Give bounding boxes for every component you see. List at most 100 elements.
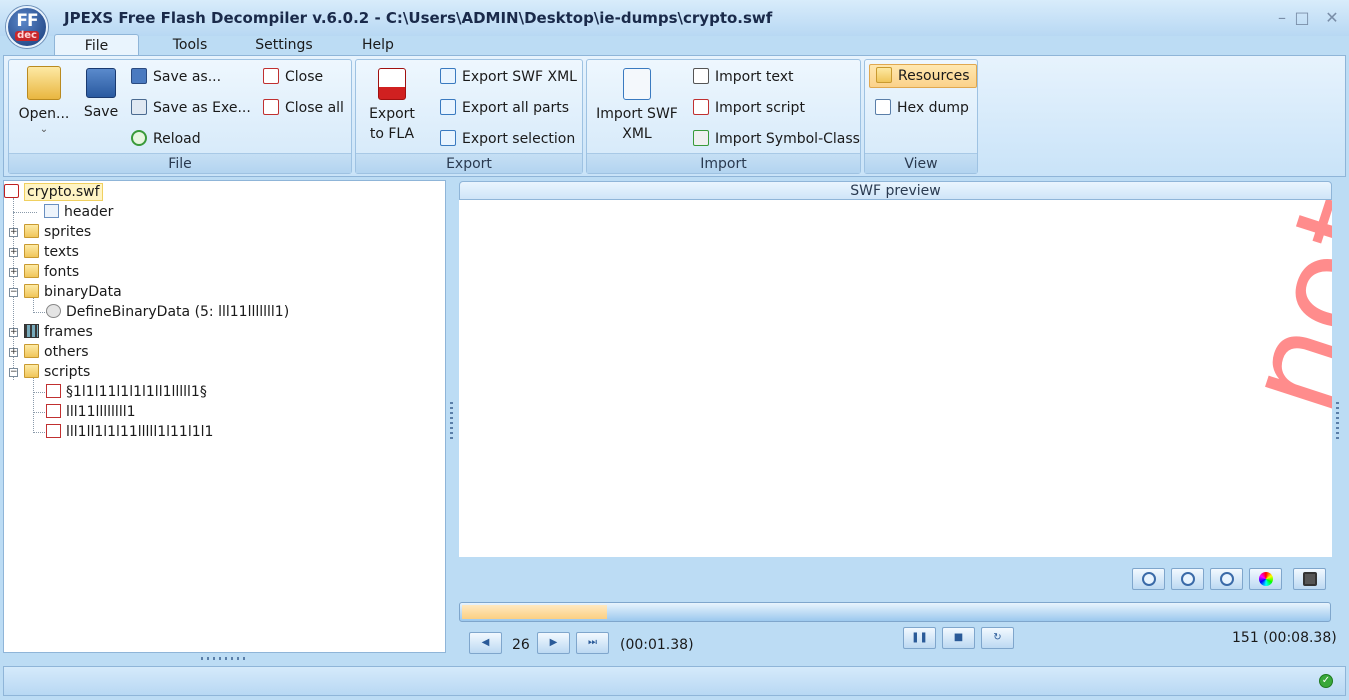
tree-node-fonts[interactable]: fonts — [24, 262, 79, 282]
save-as-exe-label: Save as Exe... — [153, 100, 251, 116]
export-fla-label-2: to FLA — [369, 126, 415, 142]
timeline-bar[interactable] — [459, 602, 1331, 622]
expand-sprites-icon[interactable]: + — [9, 228, 18, 237]
save-button[interactable]: Save — [79, 68, 123, 122]
hex-dump-button[interactable]: Hex dump — [875, 99, 969, 117]
folder-open-icon — [27, 66, 61, 100]
close-all-button[interactable]: Close all — [263, 99, 344, 117]
zoom-fit-button[interactable] — [1210, 568, 1243, 590]
tree-node-others[interactable]: others — [24, 342, 89, 362]
folder-icon — [24, 344, 39, 358]
script-icon — [46, 424, 61, 438]
swf-preview-header: SWF preview — [459, 181, 1332, 200]
folder-open-icon — [24, 364, 39, 378]
tree-node-scripts[interactable]: scripts — [24, 362, 90, 382]
tree-node-script[interactable]: §1l1l11l1l1l1ll1lllll1§ — [46, 382, 207, 402]
previous-frame-button[interactable]: ◀ — [469, 632, 502, 654]
tree-node-definebinarydata-label: DefineBinaryData (5: lll11lllllll1) — [66, 304, 290, 320]
import-text-icon — [693, 68, 709, 84]
export-selection-label: Export selection — [462, 131, 576, 147]
hex-dump-label: Hex dump — [897, 100, 969, 116]
import-script-button[interactable]: Import script — [693, 99, 805, 117]
tree-node-texts[interactable]: texts — [24, 242, 79, 262]
tree-node-binarydata[interactable]: binaryData — [24, 282, 122, 302]
close-label: Close — [285, 69, 324, 85]
reload-button[interactable]: Reload — [131, 130, 201, 148]
loop-button[interactable]: ↻ — [981, 627, 1014, 649]
timeline-progress — [462, 605, 607, 619]
tab-file[interactable]: File — [54, 34, 139, 56]
import-xml-icon — [623, 68, 651, 100]
tree-node-root[interactable]: crypto.swf — [4, 182, 103, 202]
tree-node-script[interactable]: lll11llllllll1 — [46, 402, 136, 422]
folder-icon — [24, 264, 39, 278]
collapse-binarydata-icon[interactable]: − — [9, 288, 18, 297]
import-group: Import SWF XML Import text Import script… — [586, 59, 861, 174]
file-group: Open... ⌄ Save Save as... Save as Exe...… — [8, 59, 352, 174]
open-button[interactable]: Open... ⌄ — [15, 66, 73, 136]
check-icon: ✓ — [1319, 674, 1333, 688]
save-as-button[interactable]: Save as... — [131, 68, 221, 86]
export-swf-xml-button[interactable]: Export SWF XML — [440, 68, 577, 86]
import-text-button[interactable]: Import text — [693, 68, 794, 86]
tab-tools[interactable]: Tools — [158, 34, 222, 56]
tree-node-script[interactable]: lll1ll1l1l11lllll1l11l1l1 — [46, 422, 213, 442]
tree-node-script-label: lll11llllllll1 — [66, 404, 136, 420]
expand-frames-icon[interactable]: + — [9, 328, 18, 337]
expand-texts-icon[interactable]: + — [9, 248, 18, 257]
export-fla-button[interactable]: Export to FLA — [362, 68, 422, 144]
tree-node-scripts-label: scripts — [44, 364, 91, 380]
export-swf-xml-label: Export SWF XML — [462, 69, 577, 85]
zoom-out-button[interactable] — [1171, 568, 1204, 590]
export-group: Export to FLA Export SWF XML Export all … — [355, 59, 583, 174]
tree-node-definebinarydata[interactable]: DefineBinaryData (5: lll11lllllll1) — [46, 302, 289, 322]
import-symbol-class-button[interactable]: Import Symbol-Class — [693, 130, 860, 148]
minimize-button[interactable]: – — [1272, 8, 1292, 28]
save-label: Save — [83, 104, 119, 120]
resources-button[interactable]: Resources — [869, 64, 977, 88]
horizontal-splitter-handle[interactable] — [201, 657, 247, 660]
right-splitter-handle[interactable] — [1336, 402, 1339, 442]
tab-settings[interactable]: Settings — [246, 34, 322, 56]
maximize-button[interactable]: □ — [1292, 8, 1312, 28]
save-as-label: Save as... — [153, 69, 222, 85]
close-window-button[interactable]: ✕ — [1322, 8, 1342, 28]
export-selection-button[interactable]: Export selection — [440, 130, 575, 148]
folder-icon — [24, 224, 39, 238]
save-as-exe-button[interactable]: Save as Exe... — [131, 99, 251, 117]
import-text-label: Import text — [715, 69, 794, 85]
tab-help[interactable]: Help — [352, 34, 404, 56]
zoom-in-icon — [1142, 572, 1156, 586]
tree-node-sprites[interactable]: sprites — [24, 222, 91, 242]
app-logo[interactable]: FF dec — [6, 6, 48, 48]
background-color-button[interactable] — [1249, 568, 1282, 590]
script-icon — [46, 404, 61, 418]
collapse-scripts-icon[interactable]: − — [9, 368, 18, 377]
close-button[interactable]: Close — [263, 68, 323, 86]
tree-node-frames[interactable]: frames — [24, 322, 93, 342]
snapshot-button[interactable] — [1293, 568, 1326, 590]
tree-node-header-label: header — [64, 204, 114, 220]
reload-icon — [131, 130, 147, 146]
goto-frame-button[interactable]: ⏭ — [576, 632, 609, 654]
open-label: Open... — [18, 106, 70, 122]
tree-node-header[interactable]: header — [44, 202, 113, 222]
binary-data-icon — [46, 304, 61, 318]
export-all-parts-button[interactable]: Export all parts — [440, 99, 569, 117]
save-as-icon — [131, 68, 147, 84]
tree-node-fonts-label: fonts — [44, 264, 80, 280]
expand-others-icon[interactable]: + — [9, 348, 18, 357]
resources-icon — [876, 67, 892, 83]
title-bar: JPEXS Free Flash Decompiler v.6.0.2 - C:… — [0, 0, 1349, 36]
vertical-splitter-handle[interactable] — [450, 402, 453, 442]
stop-button[interactable]: ■ — [942, 627, 975, 649]
expand-fonts-icon[interactable]: + — [9, 268, 18, 277]
pause-button[interactable]: ❚❚ — [903, 627, 936, 649]
floppy-disk-icon — [86, 68, 116, 98]
import-swf-xml-button[interactable]: Import SWF XML — [591, 68, 683, 144]
menu-tabs: File Tools Settings Help — [0, 34, 1349, 56]
next-frame-button[interactable]: ▶ — [537, 632, 570, 654]
tree-node-sprites-label: sprites — [44, 224, 92, 240]
tree-node-script-label: §1l1l11l1l1l1ll1lllll1§ — [66, 384, 207, 400]
zoom-in-button[interactable] — [1132, 568, 1165, 590]
